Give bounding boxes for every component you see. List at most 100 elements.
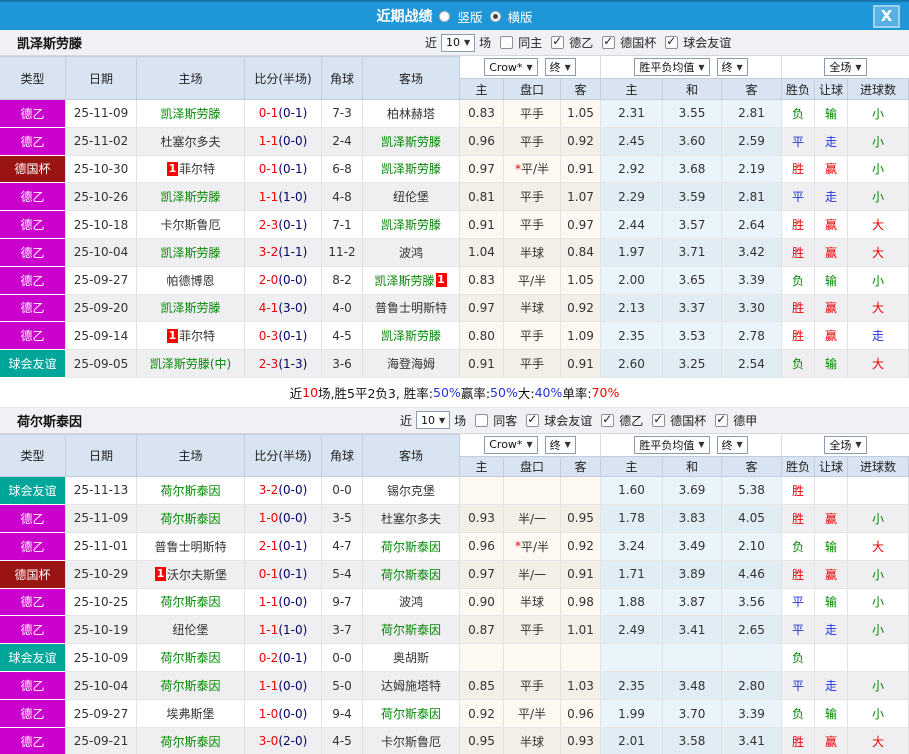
home-team[interactable]: 1 沃尔夫斯堡 <box>137 560 245 589</box>
away-team[interactable]: 普鲁士明斯特 <box>363 294 460 323</box>
team2-league3-checkbox[interactable] <box>652 412 666 427</box>
team2-same-label[interactable]: 同客 <box>493 412 517 429</box>
away-team[interactable]: 凯泽斯劳滕 1 <box>363 266 460 295</box>
home-team[interactable]: 普鲁士明斯特 <box>137 532 245 561</box>
team1-league1-label[interactable]: 德乙 <box>569 34 593 51</box>
horizontal-layout-label[interactable]: 横版 <box>508 7 533 26</box>
mean-away: 5.38 <box>722 476 782 505</box>
away-team[interactable]: 荷尔斯泰因 <box>363 700 460 728</box>
vertical-layout-label[interactable]: 竖版 <box>457 7 482 26</box>
home-team[interactable]: 荷尔斯泰因 <box>137 504 245 533</box>
team2-league2-checkbox[interactable] <box>601 412 615 427</box>
crow-final-select[interactable]: 终 ▼ <box>544 58 576 76</box>
home-team[interactable]: 卡尔斯鲁厄 <box>137 211 245 239</box>
bookmaker-select[interactable]: Crow* ▼ <box>484 58 538 76</box>
home-team[interactable]: 凯泽斯劳滕(中) <box>137 350 245 378</box>
team1-league2-checkbox[interactable] <box>602 34 616 49</box>
team2-same-checkbox[interactable] <box>475 413 489 427</box>
handicap-line: 半球 <box>504 727 561 754</box>
team1-count-select[interactable]: 10 ▼ <box>441 33 476 52</box>
score: 3-2 (1-1) <box>245 238 322 267</box>
home-team[interactable]: 荷尔斯泰因 <box>137 644 245 673</box>
away-team[interactable]: 荷尔斯泰因 <box>363 616 460 645</box>
home-team[interactable]: 荷尔斯泰因 <box>137 672 245 701</box>
mean-home: 1.60 <box>601 476 663 505</box>
team1-league3-label[interactable]: 球会友谊 <box>683 34 731 51</box>
handicap-line: 平手 <box>504 616 561 645</box>
mean-final-select[interactable]: 终 ▼ <box>716 435 748 454</box>
away-team[interactable]: 海登海姆 <box>363 350 460 378</box>
fulltime-select[interactable]: 全场 ▼ <box>824 435 867 454</box>
away-team[interactable]: 波鸿 <box>363 238 460 267</box>
home-team[interactable]: 凯泽斯劳滕 <box>137 100 245 128</box>
horizontal-layout-radio[interactable] <box>489 10 501 22</box>
result-handicap: 赢 <box>815 155 848 184</box>
home-team[interactable]: 帕德博恩 <box>137 266 245 295</box>
away-team[interactable]: 达姆施塔特 <box>363 672 460 701</box>
bookmaker-select[interactable]: Crow* ▼ <box>484 435 538 454</box>
home-team[interactable]: 埃弗斯堡 <box>137 700 245 728</box>
team2-league4-checkbox[interactable] <box>715 412 729 427</box>
mean-home: 2.35 <box>601 322 663 351</box>
away-team[interactable]: 杜塞尔多夫 <box>363 504 460 533</box>
away-team[interactable]: 凯泽斯劳滕 <box>363 127 460 156</box>
away-team[interactable]: 凯泽斯劳滕 <box>363 211 460 239</box>
result-handicap: 走 <box>815 127 848 156</box>
team2-league3-label[interactable]: 德国杯 <box>670 412 706 429</box>
mean-select[interactable]: 胜平负均值 ▼ <box>634 58 710 76</box>
away-team[interactable]: 荷尔斯泰因 <box>363 532 460 561</box>
result-handicap: 输 <box>815 350 848 378</box>
close-icon[interactable]: X <box>873 5 900 28</box>
away-team[interactable]: 荷尔斯泰因 <box>363 560 460 589</box>
home-team[interactable]: 1 菲尔特 <box>137 322 245 351</box>
mean-select[interactable]: 胜平负均值 ▼ <box>634 435 710 454</box>
team2-league4-label[interactable]: 德甲 <box>733 412 757 429</box>
home-team[interactable]: 荷尔斯泰因 <box>137 588 245 617</box>
home-team[interactable]: 杜塞尔多夫 <box>137 127 245 156</box>
home-team[interactable]: 凯泽斯劳滕 <box>137 294 245 323</box>
away-team[interactable]: 柏林赫塔 <box>363 100 460 128</box>
corner-score: 6-8 <box>322 155 363 184</box>
summary-segment: 大: <box>517 385 535 401</box>
home-team[interactable]: 1 菲尔特 <box>137 155 245 184</box>
away-team[interactable]: 奥胡斯 <box>363 644 460 673</box>
result-handicap: 输 <box>815 700 848 728</box>
match-row: 德乙 25-10-26 凯泽斯劳滕 1-1 (1-0) 4-8 纽伦堡 0.81 平手 1.07 2… <box>0 183 909 212</box>
away-team[interactable]: 凯泽斯劳滕 <box>363 322 460 351</box>
handicap-line: 平手 <box>504 322 561 351</box>
away-team[interactable]: 凯泽斯劳滕 <box>363 155 460 184</box>
team1-same-label[interactable]: 同主 <box>518 34 542 51</box>
result-wdl: 胜 <box>782 155 815 184</box>
col-crow-home: 主 <box>460 455 504 476</box>
mean-final-select[interactable]: 终 ▼ <box>716 58 748 76</box>
result-goals: 大 <box>848 532 909 561</box>
handicap-line: 半球 <box>504 294 561 323</box>
match-row: 球会友谊 25-11-13 荷尔斯泰因 3-2 (0-0) 0-0 锡尔克堡 1.60 3.69… <box>0 476 909 505</box>
home-team[interactable]: 荷尔斯泰因 <box>137 727 245 754</box>
score: 1-1 (1-0) <box>245 616 322 645</box>
vertical-layout-radio[interactable] <box>439 10 451 22</box>
team1-same-checkbox[interactable] <box>500 36 514 49</box>
team2-league1-checkbox[interactable] <box>526 412 540 427</box>
away-team[interactable]: 卡尔斯鲁厄 <box>363 727 460 754</box>
mean-home: 2.49 <box>601 616 663 645</box>
away-team[interactable]: 纽伦堡 <box>363 183 460 212</box>
col-crow-line: 盘口 <box>504 455 561 476</box>
team2-league2-label[interactable]: 德乙 <box>619 412 643 429</box>
team1-league1-checkbox[interactable] <box>551 34 565 49</box>
away-team[interactable]: 波鸿 <box>363 588 460 617</box>
team2-count-select[interactable]: 10 ▼ <box>416 411 451 430</box>
home-team[interactable]: 荷尔斯泰因 <box>137 476 245 505</box>
home-team[interactable]: 凯泽斯劳滕 <box>137 238 245 267</box>
team1-league2-label[interactable]: 德国杯 <box>620 34 656 51</box>
mean-away: 3.39 <box>722 266 782 295</box>
away-team[interactable]: 锡尔克堡 <box>363 476 460 505</box>
mean-home: 3.24 <box>601 532 663 561</box>
team2-league1-label[interactable]: 球会友谊 <box>544 412 592 429</box>
result-wdl: 负 <box>782 700 815 728</box>
crow-final-select[interactable]: 终 ▼ <box>544 435 576 454</box>
home-team[interactable]: 凯泽斯劳滕 <box>137 183 245 212</box>
home-team[interactable]: 纽伦堡 <box>137 616 245 645</box>
team1-league3-checkbox[interactable] <box>665 34 679 49</box>
fulltime-select[interactable]: 全场 ▼ <box>824 58 867 76</box>
